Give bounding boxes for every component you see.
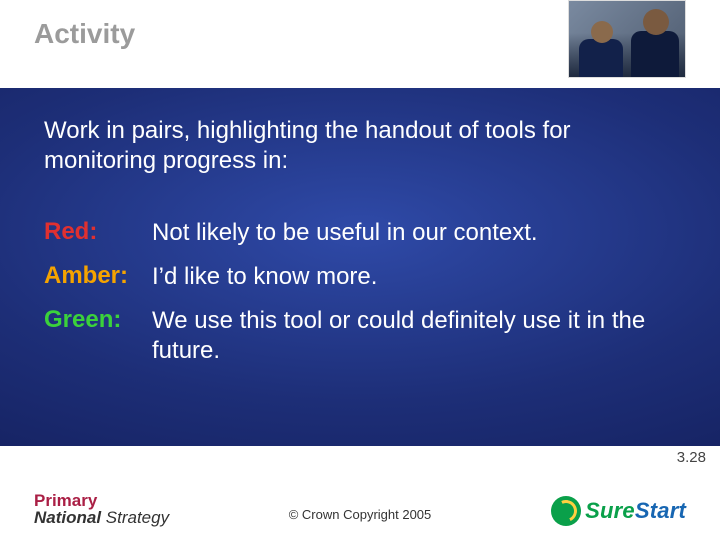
list-item: Red: Not likely to be useful in our cont… (44, 218, 676, 248)
logo-national-word: National (34, 508, 101, 527)
logo-surestart: SureStart (551, 496, 686, 526)
surestart-sure: Sure (585, 498, 635, 523)
slide: Activity Work in pairs, highlighting the… (0, 0, 720, 540)
label-green: Green: (44, 306, 152, 366)
header: Activity (0, 0, 720, 88)
slide-number: 3.28 (677, 449, 706, 466)
intro-text: Work in pairs, highlighting the handout … (44, 116, 676, 176)
surestart-icon (551, 496, 581, 526)
desc-red: Not likely to be useful in our context. (152, 218, 676, 248)
copyright-text: © Crown Copyright 2005 (289, 507, 432, 522)
footer: Primary National Strategy © Crown Copyri… (0, 470, 720, 540)
rag-list: Red: Not likely to be useful in our cont… (44, 204, 676, 380)
logo-primary-national-strategy: Primary National Strategy (34, 492, 169, 526)
list-item: Amber: I’d like to know more. (44, 262, 676, 292)
logo-primary-text: Primary (34, 492, 169, 509)
desc-amber: I’d like to know more. (152, 262, 676, 292)
content-area: Work in pairs, highlighting the handout … (0, 88, 720, 446)
surestart-start: Start (635, 498, 686, 523)
header-photo (568, 0, 686, 78)
logo-strategy-text: National Strategy (34, 509, 169, 526)
logo-strategy-word: Strategy (101, 508, 169, 527)
desc-green: We use this tool or could definitely use… (152, 306, 676, 366)
label-red: Red: (44, 218, 152, 248)
label-amber: Amber: (44, 262, 152, 292)
surestart-text: SureStart (585, 498, 686, 524)
list-item: Green: We use this tool or could definit… (44, 306, 676, 366)
